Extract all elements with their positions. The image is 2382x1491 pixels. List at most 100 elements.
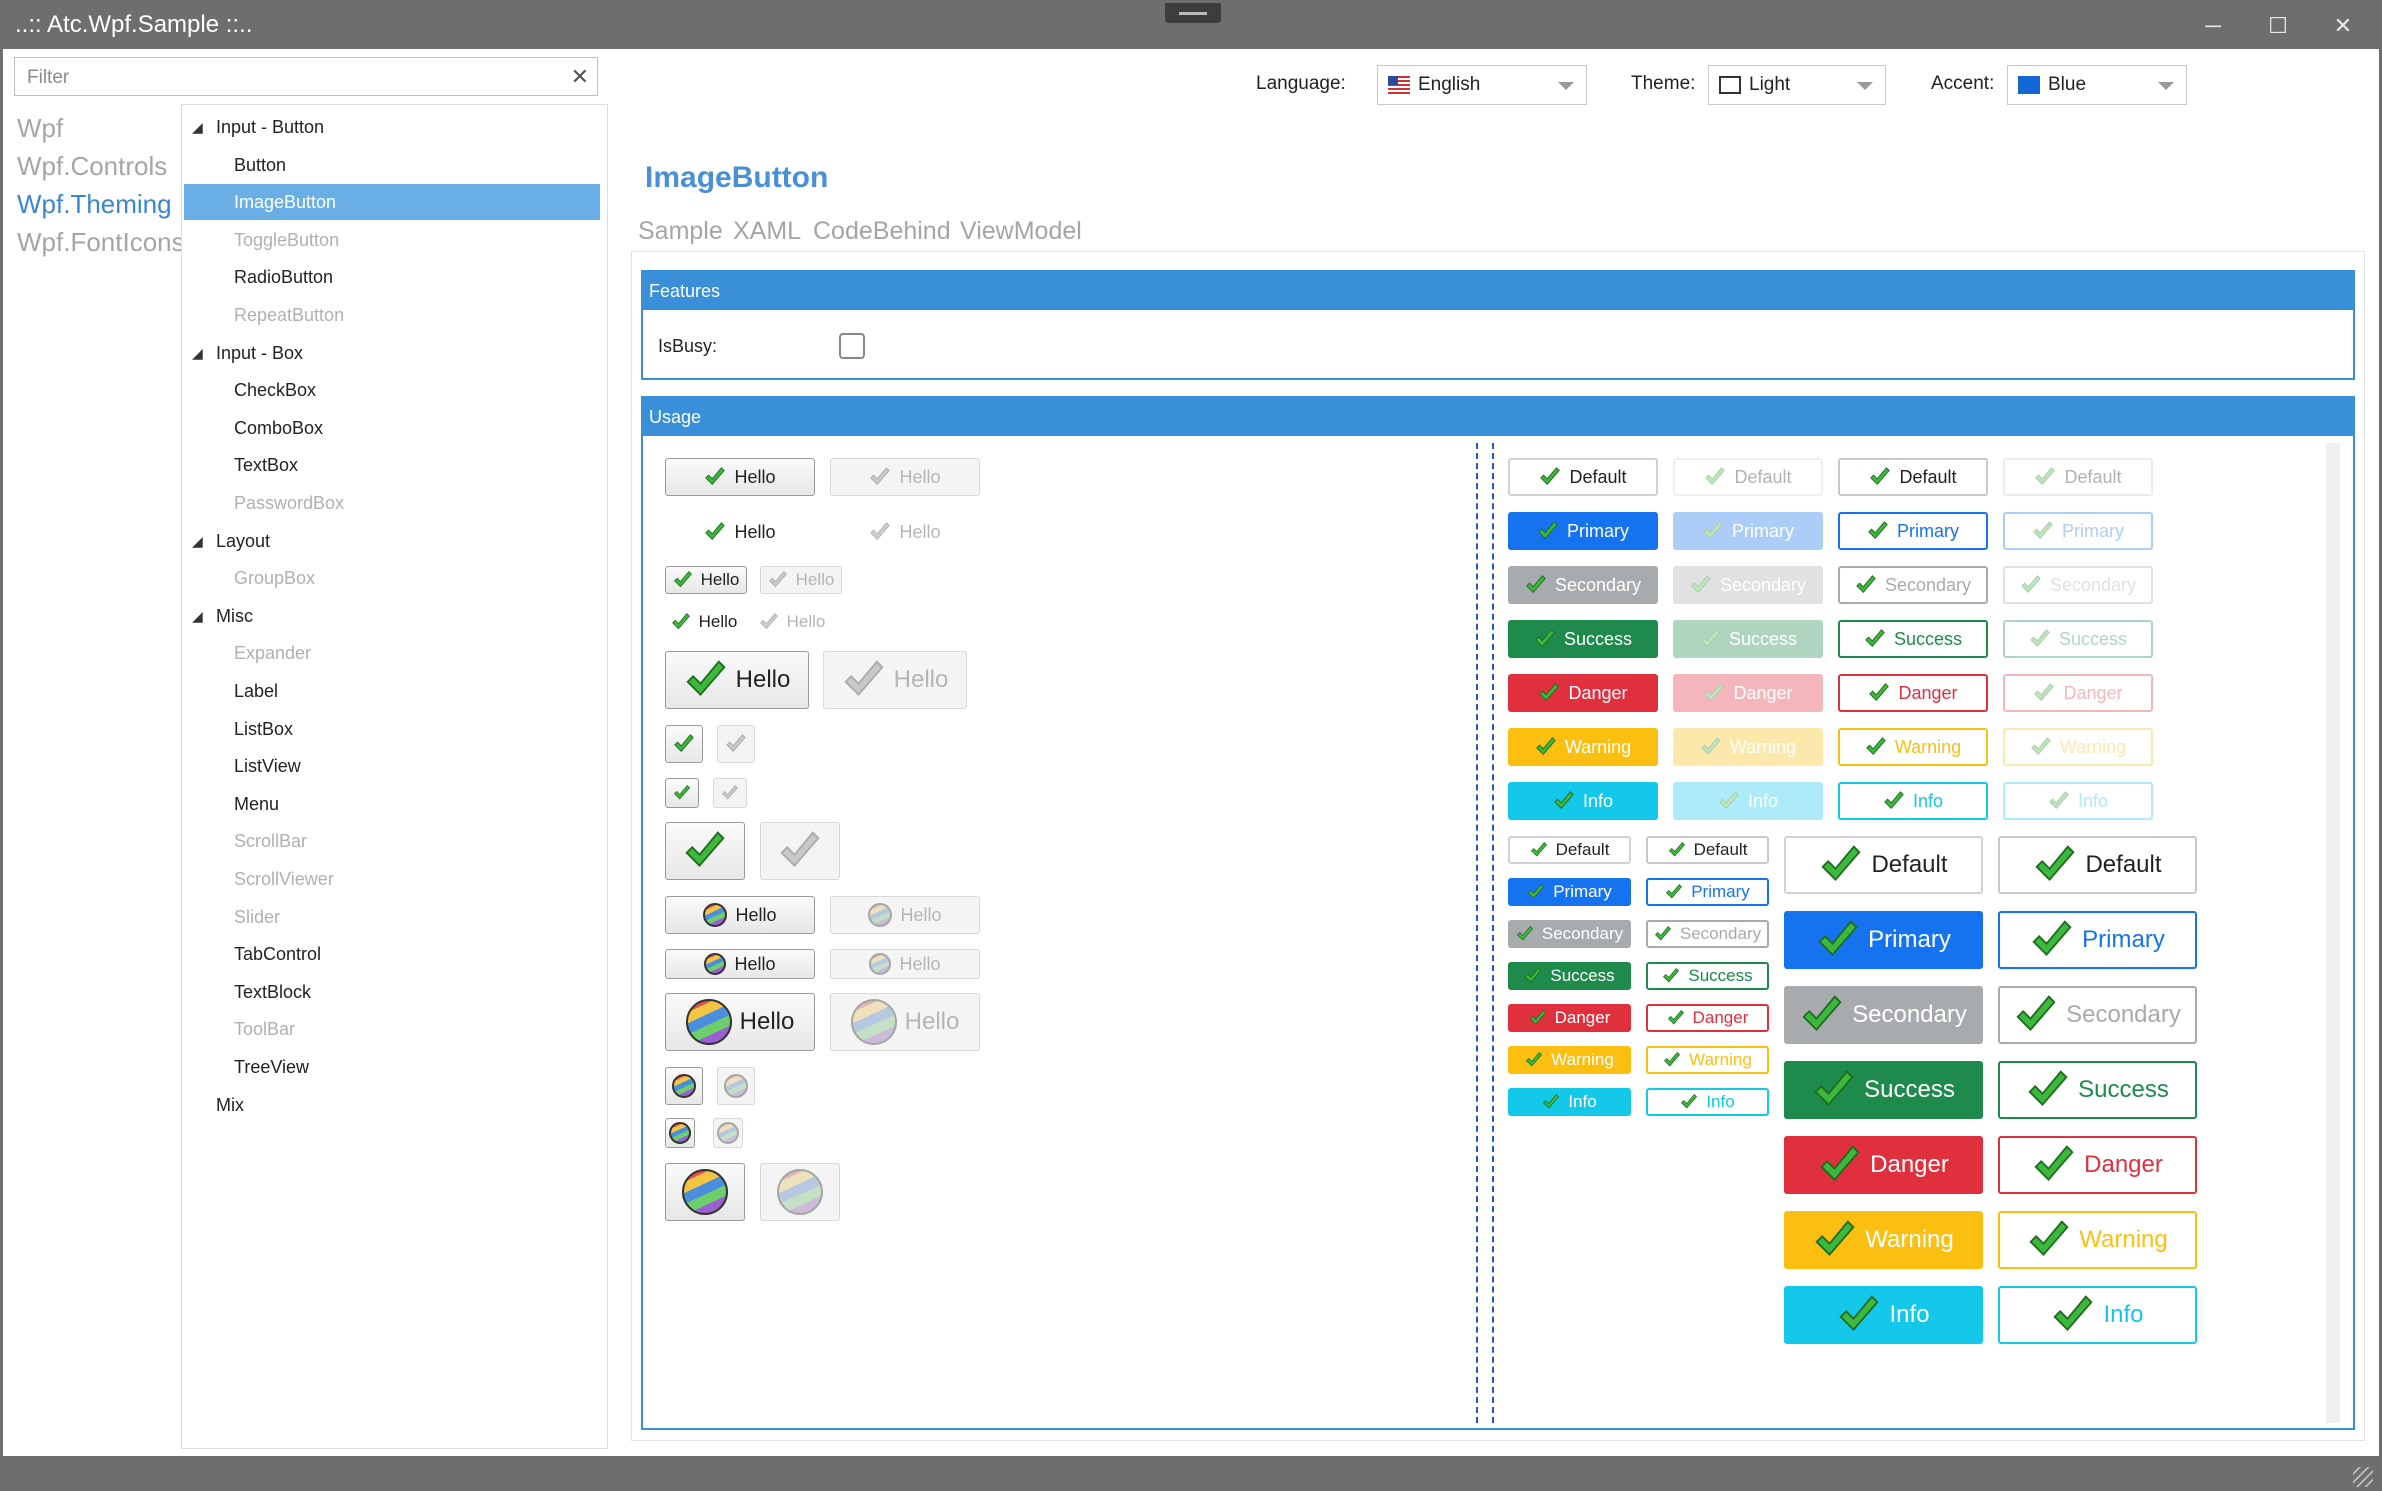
disabled-image-button[interactable]: Hello bbox=[830, 513, 980, 551]
tree-item-combobox[interactable]: ComboBox bbox=[184, 410, 600, 446]
primary-outline-button[interactable]: Primary bbox=[1646, 878, 1769, 906]
tree-item-tabcontrol[interactable]: TabControl bbox=[184, 936, 600, 972]
minimize-button[interactable]: ─ bbox=[2183, 9, 2243, 43]
tab-xaml[interactable]: XAML bbox=[733, 217, 801, 246]
nav-wpf-controls[interactable]: Wpf.Controls bbox=[17, 147, 177, 185]
tree-item-listview[interactable]: ListView bbox=[184, 748, 600, 784]
tree-item-textblock[interactable]: TextBlock bbox=[184, 974, 600, 1010]
tab-sample[interactable]: Sample bbox=[638, 217, 723, 246]
danger-solid-button[interactable]: Danger bbox=[1508, 674, 1658, 712]
success-solid-button[interactable]: Success bbox=[1508, 962, 1631, 990]
warning-solid-button[interactable]: Warning bbox=[1673, 728, 1823, 766]
disabled-image-button[interactable]: Hello bbox=[830, 949, 980, 979]
info-solid-button[interactable]: Info bbox=[1673, 782, 1823, 820]
disabled-image-button[interactable]: Hello bbox=[753, 608, 831, 636]
secondary-outline-button[interactable]: Secondary bbox=[1838, 566, 1988, 604]
image-button[interactable]: Hello bbox=[665, 949, 815, 979]
expand-triangle-icon[interactable]: ◢ bbox=[192, 335, 203, 371]
secondary-solid-button[interactable]: Secondary bbox=[1508, 566, 1658, 604]
danger-solid-button[interactable]: Danger bbox=[1508, 1004, 1631, 1032]
tree-item-textbox[interactable]: TextBox bbox=[184, 447, 600, 483]
disabled-image-button[interactable]: Hello bbox=[823, 651, 967, 709]
disabled-image-button[interactable] bbox=[713, 778, 747, 808]
default-solid-button[interactable]: Default bbox=[1673, 458, 1823, 496]
tree-item-button[interactable]: Button bbox=[184, 147, 600, 183]
disabled-image-button[interactable] bbox=[717, 1067, 755, 1105]
default-outline-button[interactable]: Default bbox=[1998, 836, 2197, 894]
tree-item-groupbox[interactable]: GroupBox bbox=[184, 560, 600, 596]
tree-item-label[interactable]: Label bbox=[184, 673, 600, 709]
success-solid-button[interactable]: Success bbox=[1673, 620, 1823, 658]
info-outline-button[interactable]: Info bbox=[1646, 1088, 1769, 1116]
language-combo[interactable]: English bbox=[1377, 65, 1587, 105]
danger-solid-button[interactable]: Danger bbox=[1673, 674, 1823, 712]
tree-item-scrollbar[interactable]: ScrollBar bbox=[184, 823, 600, 859]
warning-outline-button[interactable]: Warning bbox=[1838, 728, 1988, 766]
tab-viewmodel[interactable]: ViewModel bbox=[960, 217, 1082, 246]
image-button[interactable]: Hello bbox=[665, 608, 743, 636]
primary-outline-button[interactable]: Primary bbox=[1838, 512, 1988, 550]
tree-item-slider[interactable]: Slider bbox=[184, 899, 600, 935]
nav-wpf[interactable]: Wpf bbox=[17, 109, 177, 147]
success-outline-button[interactable]: Success bbox=[1998, 1061, 2197, 1119]
danger-outline-button[interactable]: Danger bbox=[2003, 674, 2153, 712]
disabled-image-button[interactable] bbox=[760, 1163, 840, 1221]
image-button[interactable]: Hello bbox=[665, 993, 815, 1051]
tree-item-listbox[interactable]: ListBox bbox=[184, 711, 600, 747]
nav-wpf-theming[interactable]: Wpf.Theming bbox=[17, 185, 177, 223]
image-button[interactable] bbox=[665, 822, 745, 880]
tree-item-treeview[interactable]: TreeView bbox=[184, 1049, 600, 1085]
disabled-image-button[interactable] bbox=[717, 725, 755, 763]
success-outline-button[interactable]: Success bbox=[2003, 620, 2153, 658]
primary-solid-button[interactable]: Primary bbox=[1673, 512, 1823, 550]
expand-triangle-icon[interactable]: ◢ bbox=[192, 598, 203, 634]
tree-item-passwordbox[interactable]: PasswordBox bbox=[184, 485, 600, 521]
disabled-image-button[interactable] bbox=[713, 1118, 743, 1148]
info-solid-button[interactable]: Info bbox=[1508, 1088, 1631, 1116]
tree-item-menu[interactable]: Menu bbox=[184, 786, 600, 822]
info-outline-button[interactable]: Info bbox=[2003, 782, 2153, 820]
resize-grip-icon[interactable] bbox=[2353, 1467, 2373, 1487]
info-solid-button[interactable]: Info bbox=[1508, 782, 1658, 820]
image-button[interactable]: Hello bbox=[665, 566, 747, 594]
isbusy-checkbox[interactable] bbox=[839, 333, 865, 359]
image-button[interactable]: Hello bbox=[665, 513, 815, 551]
image-button[interactable]: Hello bbox=[665, 651, 809, 709]
image-button[interactable]: Hello bbox=[665, 896, 815, 934]
default-solid-button[interactable]: Default bbox=[1784, 836, 1983, 894]
info-outline-button[interactable]: Info bbox=[1998, 1286, 2197, 1344]
drag-handle[interactable] bbox=[1165, 3, 1221, 23]
clear-filter-icon[interactable]: ✕ bbox=[571, 64, 589, 90]
warning-outline-button[interactable]: Warning bbox=[1998, 1211, 2197, 1269]
warning-outline-button[interactable]: Warning bbox=[1646, 1046, 1769, 1074]
success-outline-button[interactable]: Success bbox=[1838, 620, 1988, 658]
danger-outline-button[interactable]: Danger bbox=[1998, 1136, 2197, 1194]
filter-input[interactable]: Filter ✕ bbox=[14, 57, 598, 96]
tree-item-layout[interactable]: ◢ Layout bbox=[192, 523, 270, 559]
default-outline-button[interactable]: Default bbox=[1838, 458, 1988, 496]
warning-solid-button[interactable]: Warning bbox=[1784, 1211, 1983, 1269]
tree-item-imagebutton[interactable]: ImageButton bbox=[184, 184, 600, 221]
success-solid-button[interactable]: Success bbox=[1784, 1061, 1983, 1119]
tree-item-input-box[interactable]: ◢ Input - Box bbox=[192, 335, 303, 371]
primary-solid-button[interactable]: Primary bbox=[1508, 878, 1631, 906]
close-button[interactable]: ✕ bbox=[2313, 9, 2373, 43]
success-solid-button[interactable]: Success bbox=[1508, 620, 1658, 658]
primary-outline-button[interactable]: Primary bbox=[2003, 512, 2153, 550]
image-button[interactable] bbox=[665, 778, 699, 808]
default-outline-button[interactable]: Default bbox=[1646, 836, 1769, 864]
disabled-image-button[interactable]: Hello bbox=[830, 896, 980, 934]
image-button[interactable]: Hello bbox=[665, 458, 815, 496]
image-button[interactable] bbox=[665, 725, 703, 763]
tree-item-input-button[interactable]: ◢ Input - Button bbox=[192, 109, 324, 145]
danger-outline-button[interactable]: Danger bbox=[1646, 1004, 1769, 1032]
image-button[interactable] bbox=[665, 1118, 695, 1148]
vertical-scrollbar[interactable] bbox=[2326, 443, 2340, 1423]
secondary-outline-button[interactable]: Secondary bbox=[2003, 566, 2153, 604]
disabled-image-button[interactable] bbox=[760, 822, 840, 880]
primary-outline-button[interactable]: Primary bbox=[1998, 911, 2197, 969]
tab-codebehind[interactable]: CodeBehind bbox=[813, 217, 951, 246]
disabled-image-button[interactable]: Hello bbox=[830, 993, 980, 1051]
tree-item-checkbox[interactable]: CheckBox bbox=[184, 372, 600, 408]
tree-item-togglebutton[interactable]: ToggleButton bbox=[184, 222, 600, 258]
